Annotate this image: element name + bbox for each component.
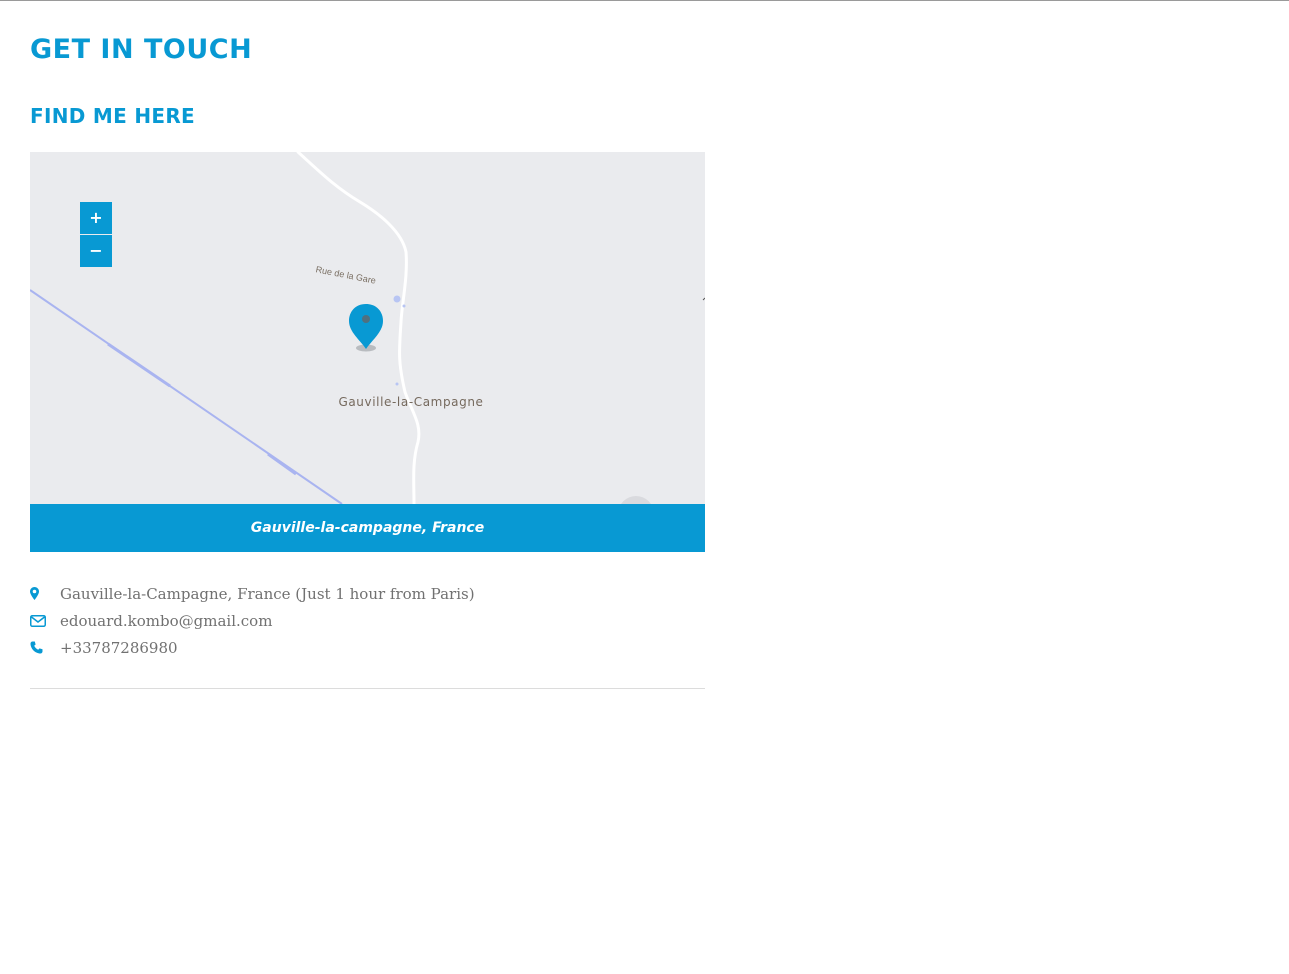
divider xyxy=(30,688,705,689)
page-title: GET IN TOUCH xyxy=(30,34,253,65)
contact-email[interactable]: edouard.kombo@gmail.com xyxy=(30,607,475,634)
envelope-icon xyxy=(30,607,60,634)
map-canvas[interactable]: Rue de la Gare Gauville-la-Campagne xyxy=(30,152,705,552)
water-dot xyxy=(393,295,401,303)
zoom-in-button[interactable]: + xyxy=(80,202,112,234)
section-title-find-me: FIND ME HERE xyxy=(30,104,195,128)
town-label: Gauville-la-Campagne xyxy=(338,395,483,409)
map-marker-icon[interactable] xyxy=(349,304,383,352)
street-label: Rue de la Gare xyxy=(315,264,377,285)
contact-email-text[interactable]: edouard.kombo@gmail.com xyxy=(60,612,272,630)
contact-address: Gauville-la-Campagne, France (Just 1 hou… xyxy=(30,580,475,607)
railway-siding xyxy=(267,452,297,476)
contact-list: Gauville-la-Campagne, France (Just 1 hou… xyxy=(30,580,475,661)
map-widget[interactable]: Rue de la Gare Gauville-la-Campagne + − … xyxy=(30,152,705,552)
map-edge-mark xyxy=(702,297,705,301)
contact-phone[interactable]: +33787286980 xyxy=(30,634,475,661)
map-caption: Gauville-la-campagne, France xyxy=(30,504,705,552)
water-dot xyxy=(402,304,406,308)
water-dot xyxy=(395,382,399,386)
contact-phone-text[interactable]: +33787286980 xyxy=(60,639,178,657)
phone-icon xyxy=(30,634,60,661)
zoom-out-button[interactable]: − xyxy=(80,235,112,267)
railway-siding xyxy=(107,342,171,388)
contact-address-text: Gauville-la-Campagne, France (Just 1 hou… xyxy=(60,584,475,603)
map-pin-icon xyxy=(30,580,60,607)
